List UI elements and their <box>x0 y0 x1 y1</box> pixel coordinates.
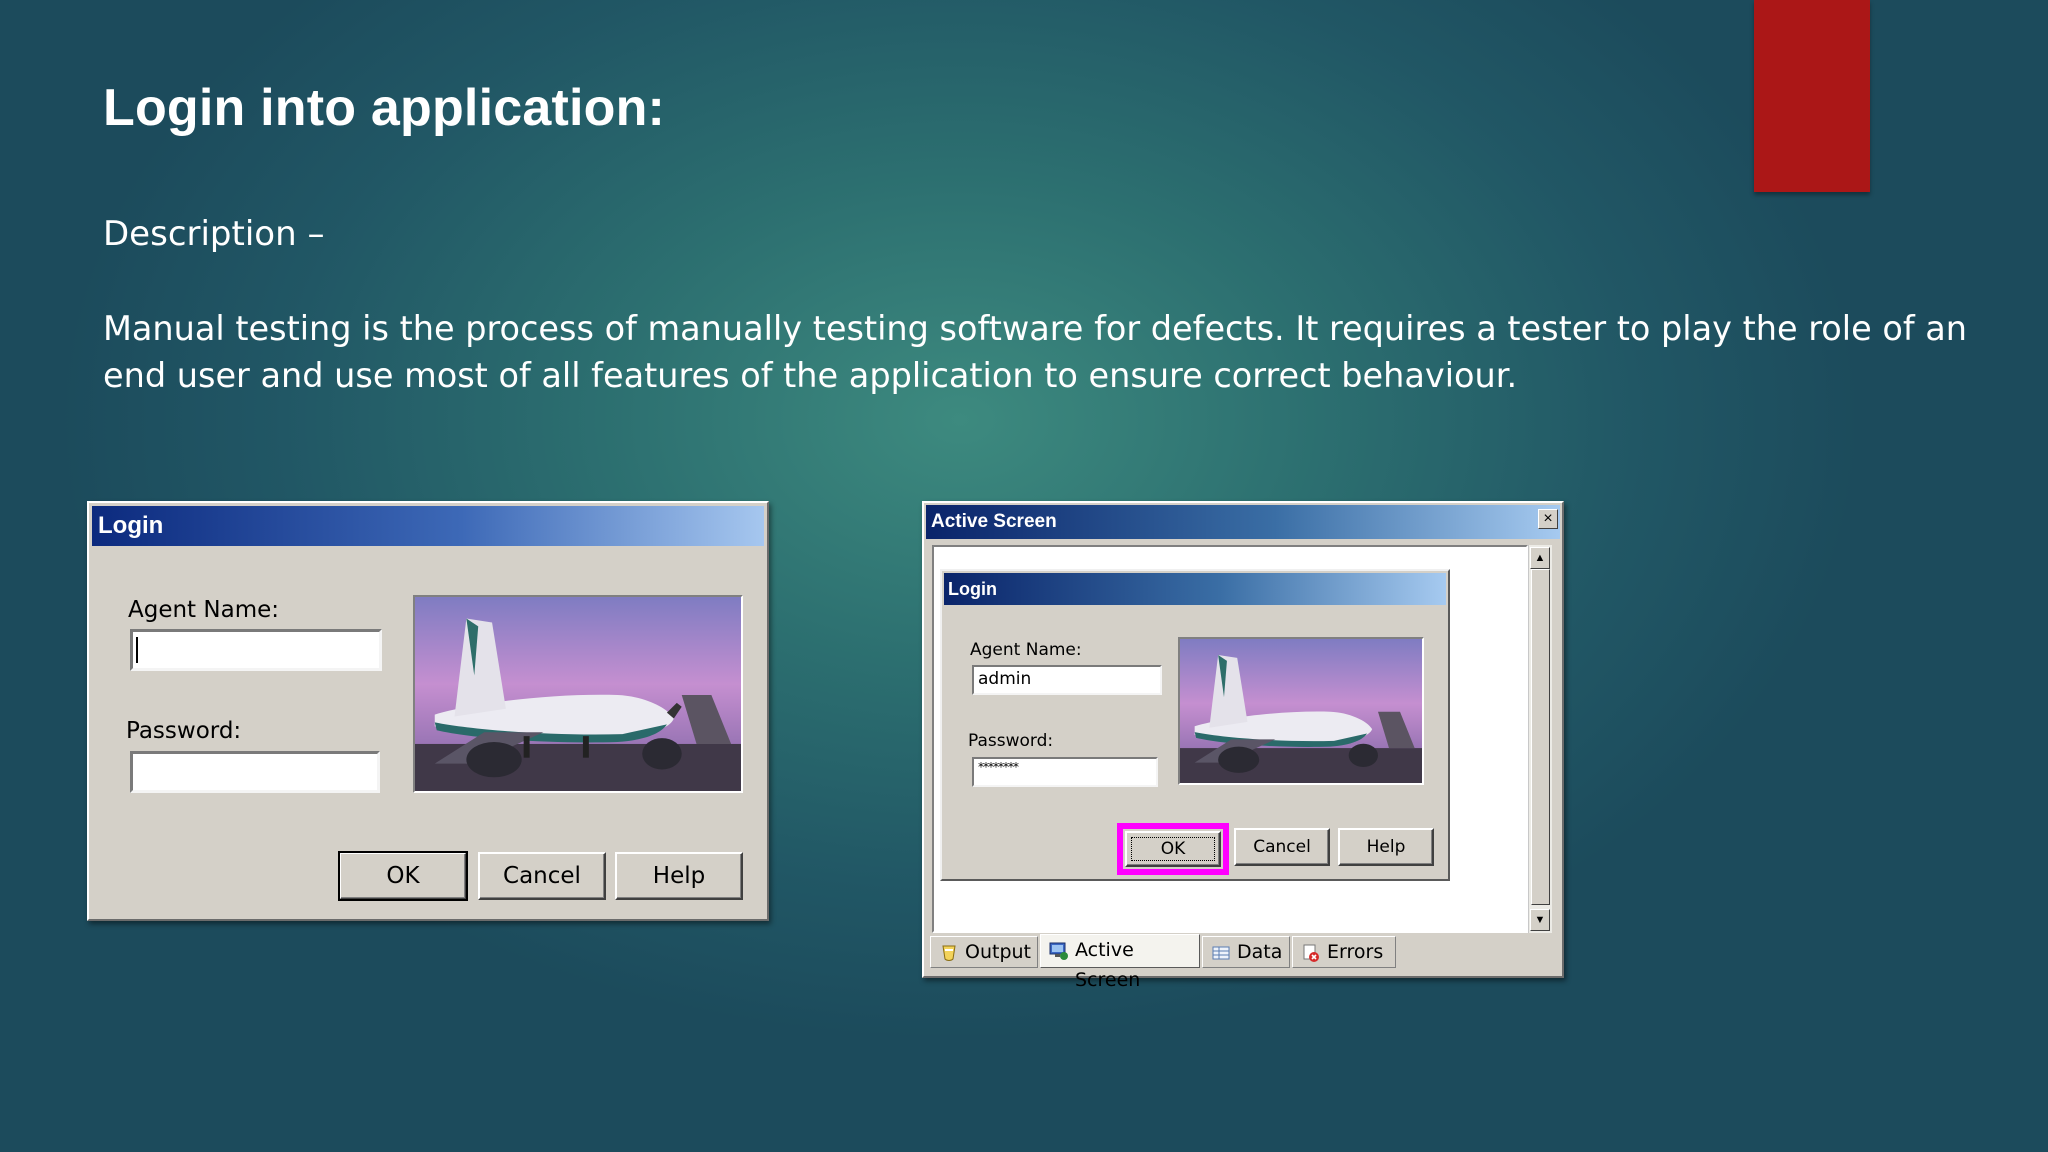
tab-errors-label: Errors <box>1327 941 1384 963</box>
captured-help-button[interactable]: Help <box>1338 828 1434 866</box>
description-line-1: Manual testing is the process of manuall… <box>103 309 1968 348</box>
agent-name-field[interactable] <box>130 629 382 671</box>
captured-airplane-image <box>1178 637 1424 785</box>
ok-button[interactable]: OK <box>338 851 468 901</box>
captured-password-value: ******** <box>978 760 1019 774</box>
captured-password-label: Password: <box>968 731 1054 751</box>
cancel-button[interactable]: Cancel <box>478 852 606 900</box>
login-dialog-title: Login <box>92 506 764 546</box>
slide-title: Login into application: <box>103 79 666 137</box>
bottom-tab-bar: Output Active Screen Data Errors <box>928 934 1558 991</box>
captured-cancel-button[interactable]: Cancel <box>1234 828 1330 866</box>
output-icon <box>942 945 956 961</box>
active-screen-window: Active Screen × Login Agent Name: admin … <box>922 501 1564 991</box>
captured-agent-label: Agent Name: <box>970 640 1082 660</box>
airplane-image <box>413 595 743 793</box>
tab-data-label: Data <box>1237 941 1283 963</box>
tab-data[interactable]: Data <box>1202 936 1290 968</box>
close-icon[interactable]: × <box>1538 509 1558 529</box>
captured-login-title: Login <box>944 573 1446 605</box>
text-caret <box>136 637 138 663</box>
tab-active-screen-label: Active Screen <box>1075 939 1141 991</box>
data-icon <box>1212 946 1230 960</box>
errors-icon <box>1303 944 1319 962</box>
captured-ok-button[interactable]: OK <box>1125 831 1221 867</box>
agent-name-label: Agent Name: <box>128 597 279 623</box>
password-field[interactable] <box>130 751 380 793</box>
scroll-thumb[interactable] <box>1531 569 1550 905</box>
tab-output[interactable]: Output <box>930 936 1038 968</box>
description-line-2: end user and use most of all features of… <box>103 356 1518 395</box>
active-screen-content: Login Agent Name: admin Password: ******… <box>932 545 1528 933</box>
active-screen-icon <box>1049 942 1068 960</box>
captured-login-dialog: Login Agent Name: admin Password: ******… <box>940 569 1450 881</box>
vertical-scrollbar[interactable]: ▲ ▼ <box>1528 545 1552 933</box>
captured-agent-value: admin <box>978 669 1032 689</box>
scroll-up-icon[interactable]: ▲ <box>1530 547 1550 569</box>
captured-agent-field[interactable]: admin <box>972 665 1162 695</box>
description-heading: Description – <box>103 214 325 254</box>
captured-password-field[interactable]: ******** <box>972 757 1158 787</box>
login-dialog: Login Agent Name: Password: OK Cancel He… <box>87 501 769 921</box>
scroll-down-icon[interactable]: ▼ <box>1530 909 1550 931</box>
description-body: Manual testing is the process of manuall… <box>103 305 1968 399</box>
active-screen-title: Active Screen <box>926 505 1560 539</box>
focus-rectangle <box>1131 837 1215 861</box>
tab-active-screen[interactable]: Active Screen <box>1040 934 1200 991</box>
ok-button-highlight: OK <box>1117 823 1229 875</box>
help-button[interactable]: Help <box>615 852 743 900</box>
tab-errors[interactable]: Errors <box>1292 936 1396 968</box>
tab-output-label: Output <box>965 941 1031 963</box>
password-label: Password: <box>126 718 242 744</box>
red-accent-bar <box>1754 0 1870 192</box>
